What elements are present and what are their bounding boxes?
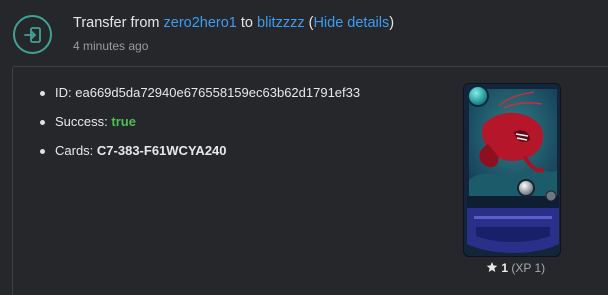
id-value: ea669d5da72940e676558159ec63b62d1791ef33: [75, 85, 361, 100]
transfer-in-icon: [13, 15, 52, 54]
id-label: ID:: [55, 85, 72, 100]
detail-cards: Cards: C7-383-F61WCYA240: [37, 141, 360, 170]
card-level: 1: [501, 261, 509, 275]
hide-details-link[interactable]: Hide details: [313, 15, 389, 31]
to-user-link[interactable]: blitzzzz: [257, 15, 305, 31]
cards-value: C7-383-F61WCYA240: [96, 143, 227, 158]
timestamp: 4 minutes ago: [73, 39, 149, 53]
details-list: ID: ea669d5da72940e676558159ec63b62d1791…: [37, 83, 360, 170]
cards-label: Cards:: [55, 143, 94, 158]
title-prefix: Transfer from: [73, 15, 160, 31]
success-label: Success:: [55, 114, 108, 129]
title-connector: to: [240, 15, 253, 31]
transaction-title: Transfer from zero2hero1 to blitzzzz (Hi…: [73, 15, 394, 31]
success-value: true: [111, 114, 136, 129]
card-image[interactable]: [463, 83, 561, 257]
detail-success: Success: true: [37, 112, 360, 141]
card-art: [464, 84, 560, 256]
card-xp: (XP 1): [511, 261, 546, 275]
transaction-header: Transfer from zero2hero1 to blitzzzz (Hi…: [0, 0, 608, 66]
card-stats: 1 (XP 1): [486, 261, 545, 275]
paren-close: ): [389, 15, 395, 31]
star-icon: [486, 261, 501, 275]
from-user-link[interactable]: zero2hero1: [164, 15, 237, 31]
detail-id: ID: ea669d5da72940e676558159ec63b62d1791…: [37, 83, 360, 112]
details-panel: ID: ea669d5da72940e676558159ec63b62d1791…: [12, 66, 608, 295]
